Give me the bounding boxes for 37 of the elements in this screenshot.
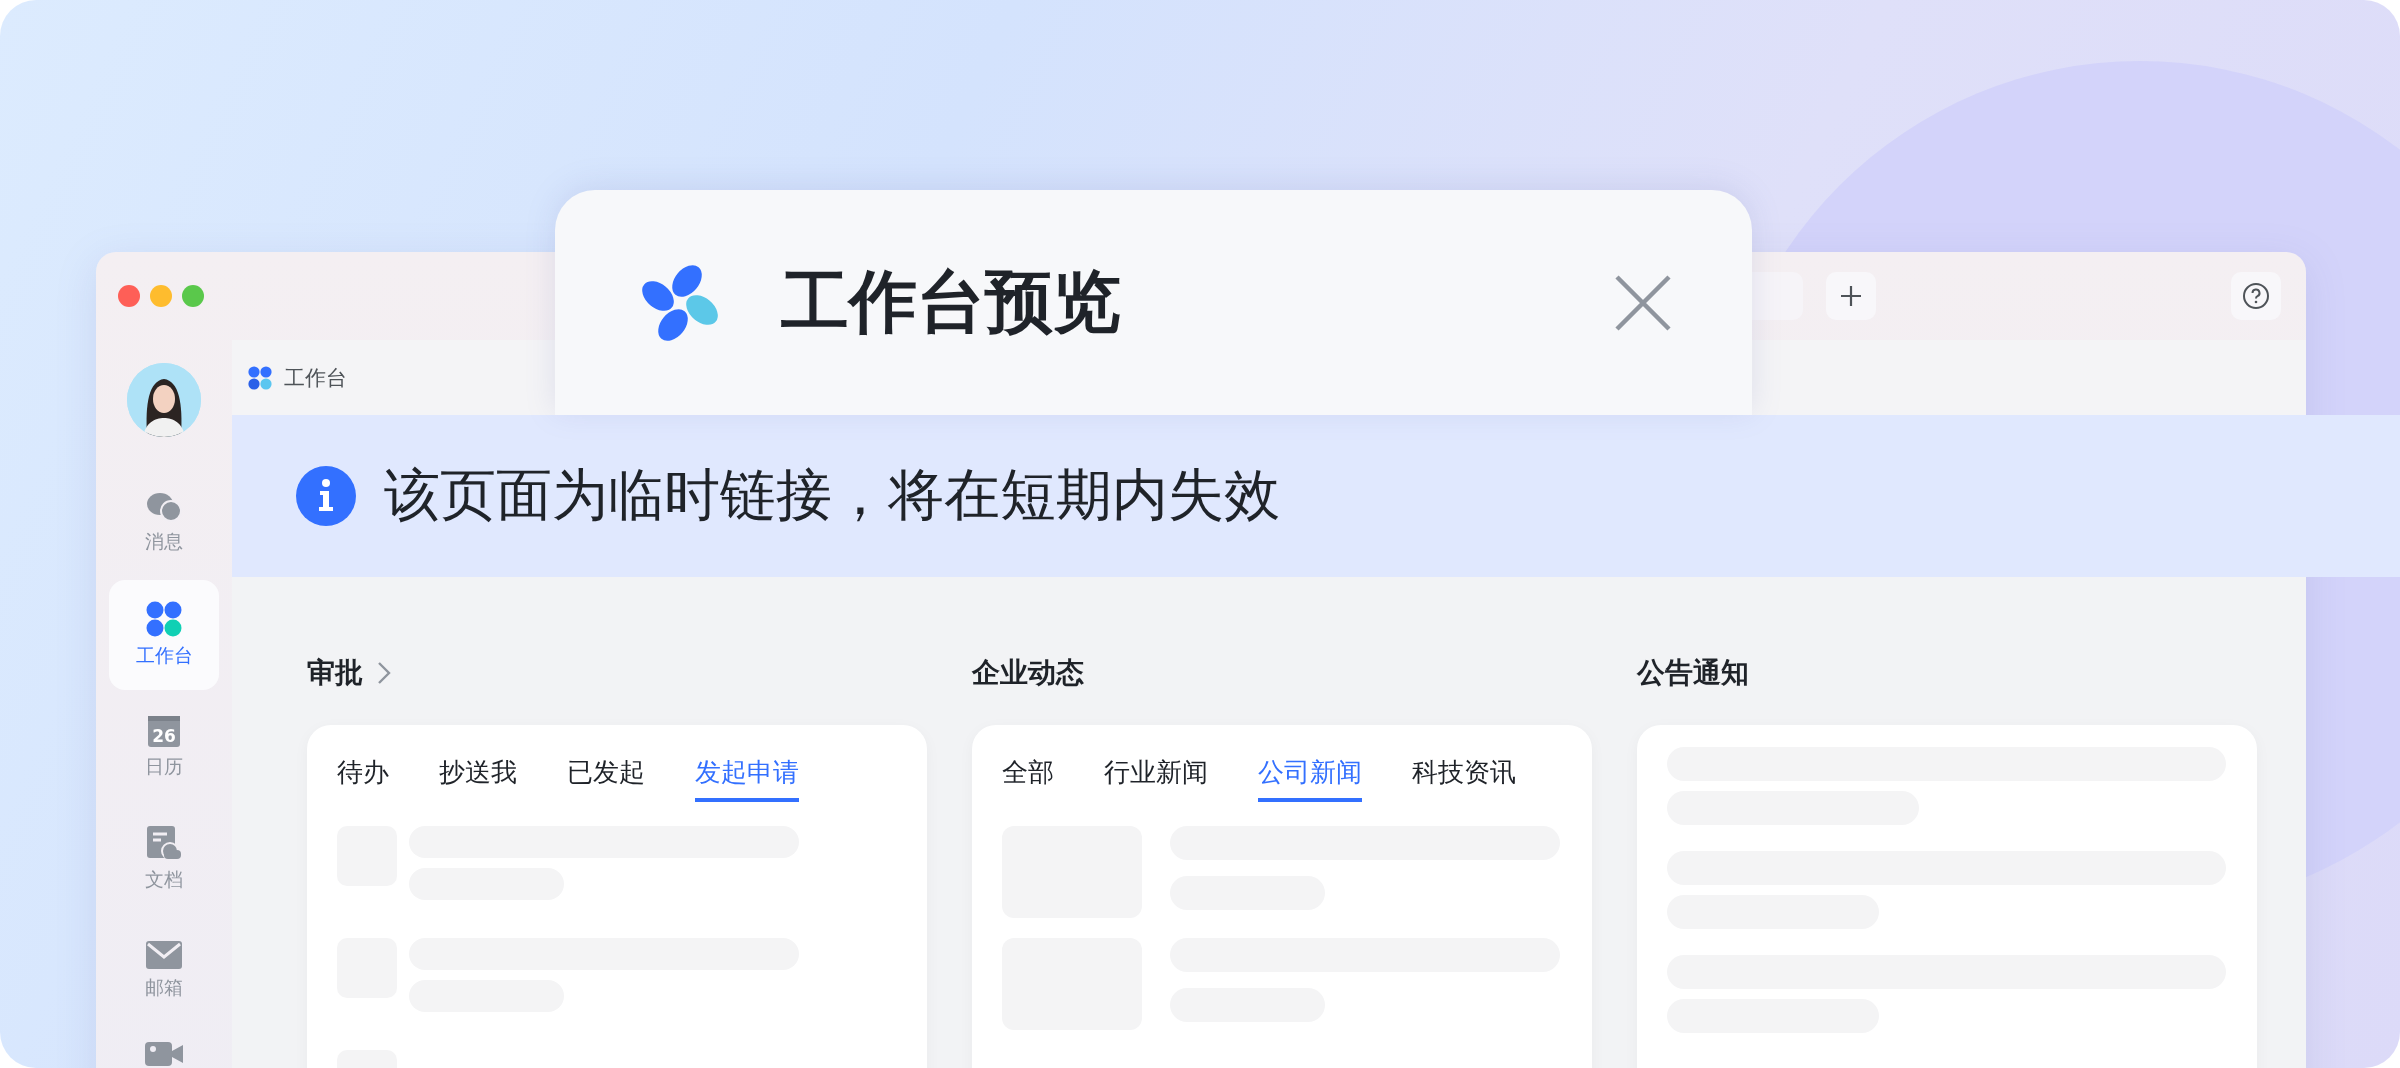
notice-text: 该页面为临时链接，将在短期内失效 bbox=[384, 461, 1280, 529]
grid-icon bbox=[146, 601, 182, 637]
tab[interactable]: 公司新闻 bbox=[1258, 749, 1362, 802]
close-icon bbox=[1614, 273, 1672, 332]
close-button[interactable] bbox=[1614, 273, 1672, 332]
section-title: 企业动态 bbox=[972, 655, 1084, 691]
tab[interactable]: 待办 bbox=[337, 749, 389, 802]
add-button[interactable] bbox=[1826, 272, 1876, 320]
plus-icon bbox=[1840, 285, 1862, 307]
sidebar-item[interactable]: 文档 bbox=[109, 804, 219, 914]
info-icon bbox=[296, 466, 356, 526]
grid-icon bbox=[248, 365, 272, 390]
document-cloud-icon bbox=[146, 825, 182, 861]
sidebar-item[interactable]: 邮箱 bbox=[109, 916, 219, 1026]
section-title: 审批 bbox=[307, 655, 363, 691]
section-title: 公告通知 bbox=[1637, 655, 1749, 691]
preview-title: 工作台预览 bbox=[781, 261, 1122, 343]
tab[interactable]: 已发起 bbox=[567, 749, 645, 802]
chevron-right-icon[interactable] bbox=[377, 661, 391, 685]
help-icon bbox=[2242, 282, 2270, 310]
tab[interactable]: 科技资讯 bbox=[1412, 749, 1516, 802]
sidebar-item[interactable]: 消息 bbox=[109, 468, 219, 578]
maximize-window-button[interactable] bbox=[182, 285, 204, 307]
sidebar-item[interactable]: 26 日历 bbox=[109, 692, 219, 802]
tab[interactable]: 抄送我 bbox=[439, 749, 517, 802]
minimize-window-button[interactable] bbox=[150, 285, 172, 307]
page-title: 工作台 bbox=[284, 364, 347, 392]
tab[interactable]: 行业新闻 bbox=[1104, 749, 1208, 802]
chat-icon bbox=[146, 491, 182, 523]
video-camera-icon bbox=[145, 1042, 183, 1066]
mail-icon bbox=[146, 941, 182, 969]
sidebar-item[interactable]: 工作台 bbox=[109, 580, 219, 690]
calendar-icon: 26 bbox=[147, 714, 181, 748]
tab[interactable]: 全部 bbox=[1002, 749, 1054, 802]
help-button[interactable] bbox=[2231, 272, 2281, 320]
close-window-button[interactable] bbox=[118, 285, 140, 307]
tab[interactable]: 发起申请 bbox=[695, 749, 799, 802]
